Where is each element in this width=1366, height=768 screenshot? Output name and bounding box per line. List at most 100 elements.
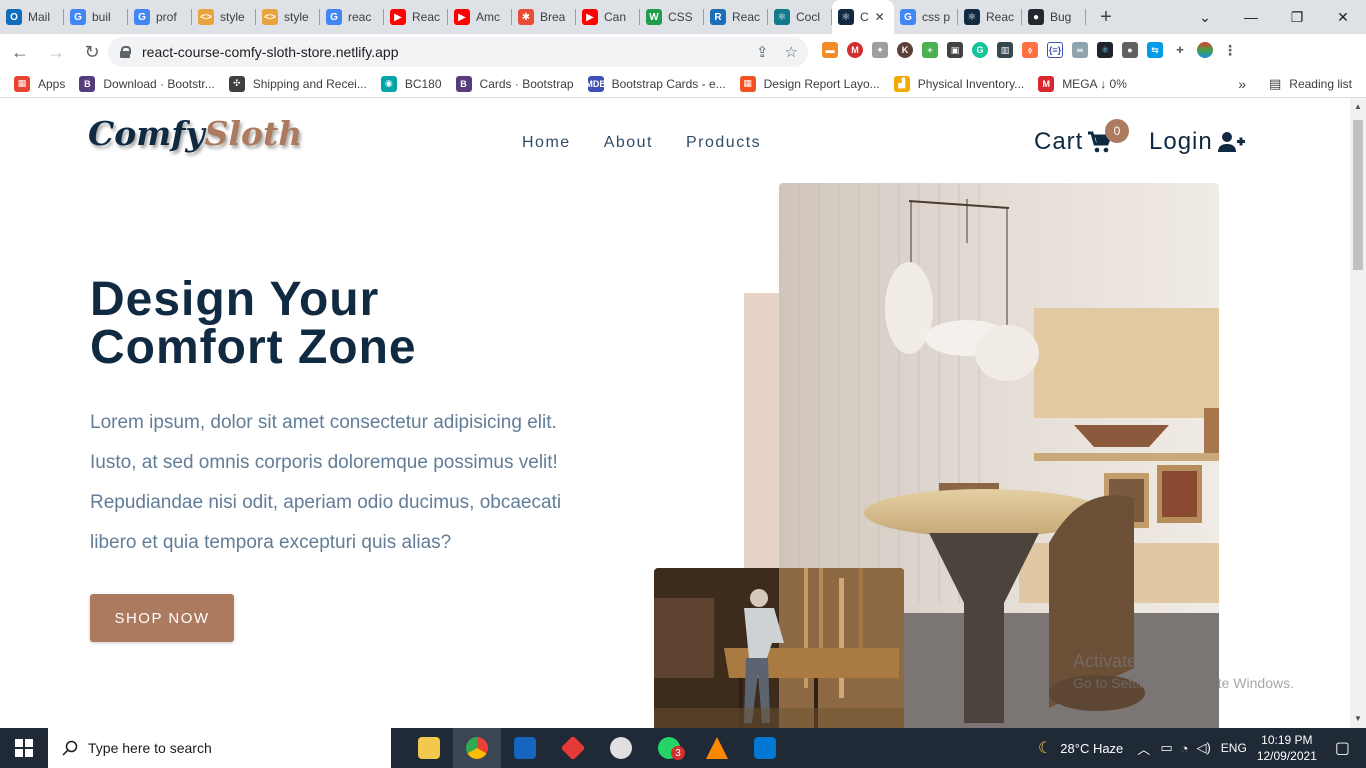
- browser-tab[interactable]: Gprof: [128, 0, 192, 34]
- watermark-subtitle: Go to Settings to activate Windows.: [1073, 675, 1294, 691]
- page-scrollbar[interactable]: ▲ ▼: [1350, 98, 1366, 728]
- bookmark-label: Shipping and Recei...: [252, 76, 367, 91]
- login-button[interactable]: Login: [1149, 128, 1246, 156]
- browser-tab[interactable]: ▶ Reac: [384, 0, 448, 34]
- site-logo[interactable]: ComfySloth: [88, 114, 302, 153]
- extension-icon[interactable]: +: [922, 42, 938, 58]
- cart-button[interactable]: Cart: [1034, 128, 1113, 156]
- bookmark-item[interactable]: ▟ Physical Inventory...: [893, 75, 1024, 92]
- url-text: react-course-comfy-sloth-store.netlify.a…: [142, 44, 399, 60]
- volume-icon[interactable]: ◁): [1196, 740, 1210, 756]
- bookmark-item[interactable]: M MEGA ↓ 0%: [1038, 75, 1127, 92]
- new-tab-button[interactable]: +: [1092, 3, 1120, 31]
- close-tab-icon[interactable]: ✕: [875, 10, 885, 24]
- bookmark-item[interactable]: ◉ BC180: [380, 75, 442, 92]
- hero-title: Design Your Comfort Zone: [90, 276, 417, 372]
- browser-tab[interactable]: Greac: [320, 0, 384, 34]
- reload-button[interactable]: ↻: [76, 36, 108, 68]
- notifications-icon[interactable]: ▢: [1335, 738, 1350, 758]
- nav-link-products[interactable]: Products: [686, 134, 761, 152]
- start-button[interactable]: [0, 728, 48, 768]
- taskbar-search[interactable]: Type here to search: [48, 728, 391, 768]
- weather-icon[interactable]: ☾: [1038, 738, 1052, 758]
- bookmark-item[interactable]: MDB Bootstrap Cards - e...: [585, 75, 726, 92]
- bookmark-label: Design Report Layo...: [763, 76, 880, 91]
- hero-text-line: Iusto, at sed omnis corporis doloremque …: [90, 452, 558, 473]
- chrome-icon: [466, 737, 488, 759]
- bookmark-item[interactable]: ▦ Apps: [14, 75, 65, 92]
- browser-tab[interactable]: <> style: [192, 0, 256, 34]
- dropbox-icon[interactable]: ✦: [872, 42, 888, 58]
- share-icon[interactable]: ⇪: [756, 43, 769, 61]
- shop-now-button[interactable]: SHOP NOW: [90, 594, 234, 642]
- tab-strip: O Mail Gbuil Gprof <> style <> style Greac ▶ Reac ▶…: [0, 0, 1086, 34]
- language-indicator[interactable]: ENG: [1221, 741, 1247, 755]
- taskbar-whatsapp[interactable]: 3: [645, 728, 693, 768]
- scrollbar-thumb[interactable]: [1353, 120, 1363, 270]
- browser-tab[interactable]: R Reac: [704, 0, 768, 34]
- bookmark-item[interactable]: B Download · Bootstr...: [79, 75, 215, 92]
- taskbar-chrome[interactable]: [453, 728, 501, 768]
- nav-link-about[interactable]: About: [604, 134, 653, 152]
- grammarly-icon[interactable]: G: [972, 42, 988, 58]
- extension-icon[interactable]: M: [847, 42, 863, 58]
- browser-tab[interactable]: Gbuil: [64, 0, 128, 34]
- json-viewer-icon[interactable]: {≡}: [1047, 42, 1063, 58]
- reading-list-button[interactable]: ▤ Reading list: [1269, 76, 1352, 92]
- browser-tab[interactable]: ⚛ Cocl: [768, 0, 832, 34]
- network-icon[interactable]: ◔: [1181, 741, 1189, 756]
- taskbar-app[interactable]: [501, 728, 549, 768]
- close-window-button[interactable]: ✕: [1320, 0, 1366, 34]
- battery-icon[interactable]: ▭: [1160, 740, 1172, 756]
- link-icon[interactable]: ∞: [1072, 42, 1088, 58]
- react-devtools-icon[interactable]: ⚛: [1097, 42, 1113, 58]
- extension-icon[interactable]: ▣: [947, 42, 963, 58]
- maximize-button[interactable]: ❐: [1274, 0, 1320, 34]
- more-bookmarks-button[interactable]: »: [1238, 76, 1246, 92]
- bookmark-item[interactable]: B Cards · Bootstrap: [455, 75, 574, 92]
- minimize-button[interactable]: —: [1228, 0, 1274, 34]
- clock[interactable]: 10:19 PM 12/09/2021: [1257, 732, 1317, 764]
- bookmark-item[interactable]: ✣ Shipping and Recei...: [228, 75, 367, 92]
- menu-icon[interactable]: ⋮: [1222, 42, 1238, 58]
- extension-icon[interactable]: K: [897, 42, 913, 58]
- scroll-down-arrow-icon[interactable]: ▼: [1354, 714, 1362, 723]
- extension-icon[interactable]: ⬨: [1022, 42, 1038, 58]
- tab-favicon-icon: G: [326, 9, 342, 25]
- taskbar-vscode[interactable]: [741, 728, 789, 768]
- taskbar-file-explorer[interactable]: [405, 728, 453, 768]
- system-tray: ☾ 28°C Haze ︿ ▭ ◔ ◁) ENG 10:19 PM 12/09/…: [1038, 728, 1366, 768]
- hero-description: Lorem ipsum, dolor sit amet consectetur …: [90, 403, 600, 563]
- forward-button[interactable]: →: [40, 36, 72, 68]
- weather-text[interactable]: 28°C Haze: [1060, 741, 1123, 756]
- taskbar-app[interactable]: [549, 728, 597, 768]
- back-button[interactable]: ←: [4, 36, 36, 68]
- search-placeholder: Type here to search: [88, 740, 212, 756]
- browser-tab[interactable]: W CSS: [640, 0, 704, 34]
- address-bar[interactable]: react-course-comfy-sloth-store.netlify.a…: [108, 37, 808, 67]
- browser-tab[interactable]: ▶ Can: [576, 0, 640, 34]
- extensions-puzzle-icon[interactable]: ✚: [1172, 42, 1188, 58]
- extension-icon[interactable]: ▬: [822, 42, 838, 58]
- extension-icon[interactable]: ⇆: [1147, 42, 1163, 58]
- extension-icon[interactable]: ●: [1122, 42, 1138, 58]
- tab-label: C: [860, 10, 869, 24]
- taskbar-app[interactable]: [597, 728, 645, 768]
- browser-tab[interactable]: ● Bug: [1022, 0, 1086, 34]
- chevron-up-icon[interactable]: ︿: [1137, 739, 1150, 758]
- nav-link-home[interactable]: Home: [522, 134, 571, 152]
- tab-search-icon[interactable]: ⌄: [1182, 0, 1228, 34]
- browser-tab[interactable]: ⚛ Reac: [958, 0, 1022, 34]
- bookmark-item[interactable]: ▦ Design Report Layo...: [739, 75, 880, 92]
- browser-tab[interactable]: <> style: [256, 0, 320, 34]
- browser-tab[interactable]: ⚛ C ✕: [832, 0, 894, 34]
- browser-tab[interactable]: ▶ Amc: [448, 0, 512, 34]
- browser-tab[interactable]: O Mail: [0, 0, 64, 34]
- browser-tab[interactable]: ✱ Brea: [512, 0, 576, 34]
- extension-icon[interactable]: ▥: [997, 42, 1013, 58]
- taskbar-vlc[interactable]: [693, 728, 741, 768]
- browser-tab[interactable]: Gcss p: [894, 0, 958, 34]
- bookmark-star-icon[interactable]: ☆: [785, 43, 798, 61]
- scroll-up-arrow-icon[interactable]: ▲: [1354, 102, 1362, 111]
- profile-avatar[interactable]: [1197, 42, 1213, 58]
